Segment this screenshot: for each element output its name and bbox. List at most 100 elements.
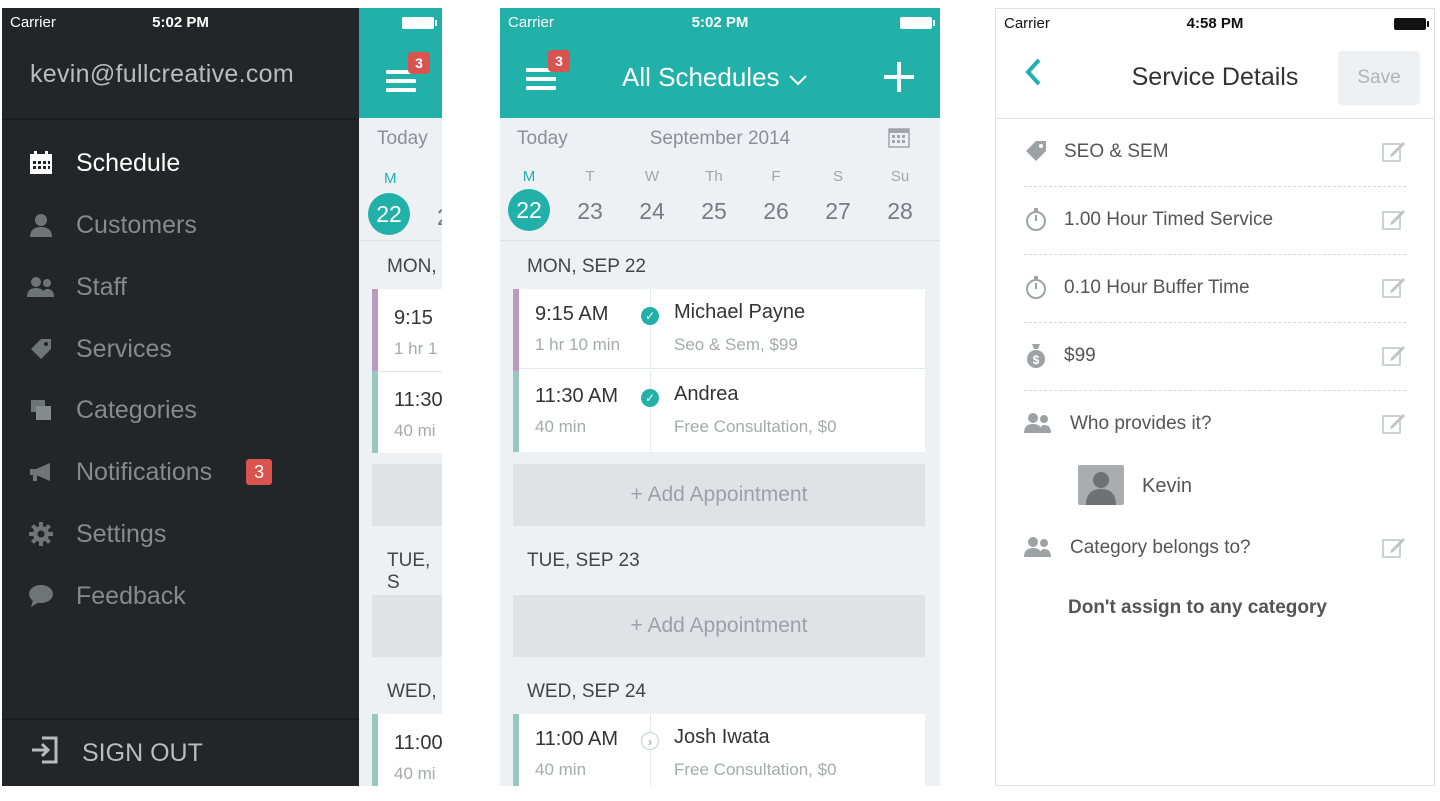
day-cell[interactable]: F 26 [751,168,801,231]
next-day-partial: 2 [437,204,442,231]
add-icon[interactable] [882,60,916,99]
menu-icon[interactable]: 3 [526,50,570,90]
menu-item-staff[interactable]: Staff [26,265,127,309]
chevron-down-icon [788,62,808,93]
battery-icon [402,17,437,29]
sign-out-icon [30,736,60,771]
appointment-time: 11:30 AM [535,385,619,407]
service-name-row[interactable]: SEO & SEM [1024,119,1406,187]
provider-name: Kevin [1142,475,1193,497]
category-row[interactable]: Category belongs to? [1024,515,1406,583]
avatar [1078,465,1124,505]
add-appointment-button[interactable]: + Add Appointment [513,464,925,526]
edit-icon[interactable] [1382,207,1406,231]
appointment-duration: 40 min [535,760,587,779]
appointment-time[interactable]: 9:15 [394,307,433,330]
appointment-row[interactable]: 11:30 AM 40 min ✓ Andrea Free Consultati… [519,371,925,451]
appointment-time[interactable]: 11:00 [394,732,442,755]
day-number: 22 [508,189,550,231]
add-appointment-button[interactable] [372,464,442,526]
buffer-time-row[interactable]: 0.10 Hour Buffer Time [1024,255,1406,323]
row-text: Who provides it? [1070,413,1212,434]
appointment-duration: 1 hr 10 min [535,335,621,354]
divider [2,118,359,120]
add-appointment-button[interactable] [372,595,442,657]
svg-text:$: $ [1033,353,1040,367]
day-number: 26 [763,198,789,224]
day-number: 23 [577,198,603,224]
person-icon [26,210,56,240]
stopwatch-icon [1024,207,1048,231]
menu-item-feedback[interactable]: Feedback [26,574,186,618]
day-cell[interactable]: M 22 [504,168,554,231]
appointment-duration: 40 mi [394,764,436,783]
edit-icon[interactable] [1382,411,1406,435]
duration-row[interactable]: 1.00 Hour Timed Service [1024,187,1406,255]
people-icon [1024,535,1051,559]
status-stripe [372,371,378,453]
row-text: 0.10 Hour Buffer Time [1064,277,1250,298]
divider [650,371,651,451]
appointment-row[interactable]: 9:15 AM 1 hr 10 min ✓ Michael Payne Seo … [519,289,925,369]
menu-item-notifications[interactable]: Notifications 3 [26,450,273,494]
category-value: Don't assign to any category [1068,597,1327,618]
edit-icon[interactable] [1382,343,1406,367]
price-row[interactable]: $ $99 [1024,323,1406,391]
calendar-icon[interactable] [888,126,910,153]
schedule-filter-dropdown[interactable]: All Schedules [622,62,808,93]
date-header: MON, [387,256,437,277]
day-letter: M [522,168,536,185]
edit-icon[interactable] [1382,275,1406,299]
menu-label: Services [76,334,172,363]
appointment-list: 9:15 AM 1 hr 10 min ✓ Michael Payne Seo … [513,289,925,452]
divider [500,240,940,241]
tag-icon [26,334,56,364]
row-text: Category belongs to? [1070,537,1251,558]
appointment-list: 11:00 AM 40 min › Josh Iwata Free Consul… [513,714,925,786]
appointment-row[interactable]: 11:00 AM 40 min › Josh Iwata Free Consul… [519,714,925,786]
menu-item-categories[interactable]: Categories [26,388,197,432]
service-details-screen: Carrier 4:58 PM Service Details Save SEO… [995,8,1435,786]
notification-count-badge: 3 [246,459,273,485]
customer-name: Josh Iwata [674,726,770,748]
appointment-time: 9:15 AM [535,303,609,325]
day-number: 28 [887,198,913,224]
clock: 5:02 PM [152,13,209,31]
appointment-duration: 40 mi [394,421,436,440]
sign-out-button[interactable]: SIGN OUT [30,736,203,771]
menu-item-services[interactable]: Services [26,327,172,371]
menu-label: Categories [76,395,197,424]
add-appointment-button[interactable]: + Add Appointment [513,595,925,657]
megaphone-icon [26,457,56,487]
appointment-time[interactable]: 11:30 [394,389,442,412]
divider [359,240,442,241]
calendar-icon [26,148,56,178]
save-button[interactable]: Save [1338,51,1420,105]
schedule-screen: Carrier 5:02 PM 3 All Schedules Today Se… [500,8,940,786]
chat-bubble-icon [26,581,56,611]
customer-name: Michael Payne [674,301,806,323]
appointment-time: 11:00 AM [535,728,619,750]
customer-name: Andrea [674,383,739,405]
today-label: Today [377,128,428,149]
day-number: 25 [701,198,727,224]
provider-row[interactable]: Who provides it? [1024,391,1406,459]
edit-icon[interactable] [1382,139,1406,163]
menu-icon[interactable]: 3 [386,52,430,92]
divider [650,714,651,786]
stack-icon [26,395,56,425]
status-bar: Carrier 5:02 PM [500,8,940,36]
day-cell[interactable]: T 23 [565,168,615,231]
day-cell[interactable]: Th 25 [689,168,739,231]
edit-icon[interactable] [1382,535,1406,559]
schedule-peek-panel[interactable]: 3 Today M 22 2 MON, 9:15 1 hr 1 11:30 40… [359,8,442,786]
menu-item-customers[interactable]: Customers [26,203,197,247]
month-label: September 2014 [649,128,791,149]
menu-item-schedule[interactable]: Schedule [26,141,180,185]
day-cell[interactable]: W 24 [627,168,677,231]
day-cell[interactable]: Su 28 [875,168,925,231]
day-cell[interactable]: S 27 [813,168,863,231]
selected-day[interactable]: 22 [368,193,410,235]
row-text: 1.00 Hour Timed Service [1064,209,1274,230]
menu-item-settings[interactable]: Settings [26,512,166,556]
